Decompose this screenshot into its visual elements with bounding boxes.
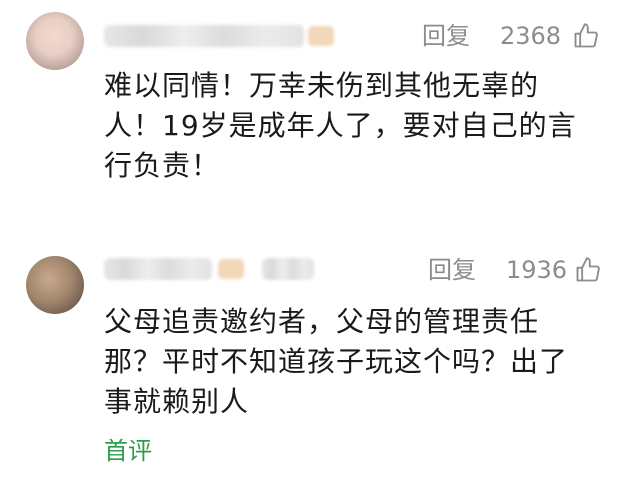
first-comment-tag: 首评 [104,437,152,465]
user-badge-icon [308,26,334,46]
comment-line: 父母追责邀约者，父母的管理责任 [104,305,540,338]
comment-line: 行负责！ [104,149,221,182]
comment-line: 事就赖别人 [104,385,250,418]
like-count: 1936 [506,256,568,284]
comment-line: 难以同情！万幸未伤到其他无辜的 [104,69,540,102]
thumbs-up-icon[interactable] [574,256,602,284]
comment-text: 难以同情！万幸未伤到其他无辜的 人！19岁是成年人了，要对自己的言 行负责！ [104,66,604,186]
comment-text: 父母追责邀约者，父母的管理责任 那？平时不知道孩子玩这个吗？出了 事就赖别人 [104,302,604,422]
user-badge-icon [218,259,244,279]
reply-button[interactable]: 回复 [428,255,476,285]
comment-line: 那？平时不知道孩子玩这个吗？出了 [104,345,569,378]
comment-item: 回复 2368 难以同情！万幸未伤到其他无辜的 人！19岁是成年人了，要对自己的… [0,0,642,240]
username-blurred[interactable] [104,25,304,47]
like-count: 2368 [500,22,562,50]
user-location-blurred [262,258,314,280]
avatar[interactable] [26,256,84,314]
comment-line: 人！19岁是成年人了，要对自己的言 [104,109,577,142]
reply-button[interactable]: 回复 [422,21,470,51]
comment-item: 回复 1936 父母追责邀约者，父母的管理责任 那？平时不知道孩子玩这个吗？出了… [0,240,642,504]
avatar[interactable] [26,12,84,70]
thumbs-up-icon[interactable] [572,22,600,50]
username-blurred[interactable] [104,258,212,280]
